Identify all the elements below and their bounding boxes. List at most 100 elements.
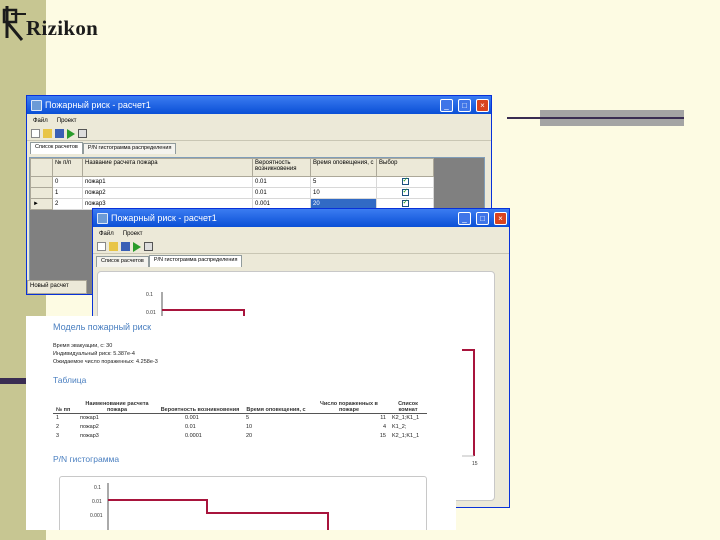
cell-name: пожар1 bbox=[80, 414, 99, 421]
run-icon[interactable] bbox=[67, 128, 75, 139]
report-title: Модель пожарный риск bbox=[53, 322, 152, 332]
menu-file[interactable]: Файл bbox=[99, 231, 114, 237]
select-checkbox[interactable] bbox=[401, 198, 409, 207]
new-icon[interactable] bbox=[97, 242, 106, 251]
rizikon-logo: Rizikon bbox=[2, 4, 106, 44]
save-icon[interactable] bbox=[121, 242, 130, 251]
app-icon bbox=[31, 99, 42, 111]
open-icon[interactable] bbox=[109, 242, 118, 251]
select-checkbox[interactable] bbox=[401, 176, 409, 185]
window-title: Пожарный риск - расчет1 bbox=[45, 100, 151, 110]
table-row[interactable]: 0 пожар1 0.01 5 bbox=[30, 176, 434, 188]
save-icon[interactable] bbox=[55, 129, 64, 138]
table-row: 1 пожар1 0.001 5 11 K2_1;K1_1 bbox=[53, 413, 427, 422]
table-row[interactable]: 1 пожар2 0.01 10 bbox=[30, 187, 434, 199]
cell-n[interactable]: 2 bbox=[52, 198, 83, 210]
app-icon bbox=[97, 212, 108, 224]
window-title: Пожарный риск - расчет1 bbox=[111, 213, 217, 223]
cell-n: 3 bbox=[56, 432, 60, 439]
table-header-row: № п/п Название расчета пожара Вероятност… bbox=[30, 158, 434, 177]
y-tick-label: 0.1 bbox=[146, 292, 153, 298]
cell-p[interactable]: 0.01 bbox=[252, 176, 311, 188]
run-icon[interactable] bbox=[133, 241, 141, 252]
tab-strip: Список расчетов P/N гистограмма распреде… bbox=[93, 254, 509, 267]
report-histogram-chart: 0.1 0.01 0.001 bbox=[90, 483, 329, 530]
logo-text: Rizikon bbox=[26, 16, 99, 40]
x-tick-label: 15 bbox=[472, 461, 478, 467]
col-header[interactable]: Название расчета пожара bbox=[82, 158, 253, 177]
maximize-button[interactable]: □ bbox=[476, 211, 489, 225]
col-header: Наименование расчета пожара bbox=[77, 395, 157, 414]
row-header-current[interactable]: ► bbox=[30, 198, 53, 210]
minimize-button[interactable]: _ bbox=[458, 211, 471, 225]
series-line bbox=[462, 349, 475, 456]
table-row: 3 пожар3 0.0001 20 15 K2_1;K1_1 bbox=[53, 431, 427, 440]
calc-table: № п/п Название расчета пожара Вероятност… bbox=[30, 158, 434, 210]
toolbar bbox=[93, 240, 509, 254]
report-line: Индивидуальный риск: 5.387e-4 bbox=[53, 351, 135, 357]
row-header-corner bbox=[30, 158, 53, 177]
report-hist-heading: P/N гистограмма bbox=[53, 454, 120, 464]
report-page: Модель пожарный риск Время эвакуации, с:… bbox=[26, 316, 456, 530]
cell-p: 0.001 bbox=[185, 414, 199, 421]
select-checkbox[interactable] bbox=[401, 187, 409, 196]
report-histogram: 0.1 0.01 0.001 bbox=[59, 476, 427, 530]
report-table-header: № пп Наименование расчета пожара Вероятн… bbox=[53, 395, 427, 414]
report-icon[interactable] bbox=[78, 129, 87, 138]
cell-t: 10 bbox=[246, 423, 253, 430]
menu-project[interactable]: Проект bbox=[123, 231, 143, 237]
cell-p: 0.0001 bbox=[185, 432, 202, 439]
col-header[interactable]: № п/п bbox=[52, 158, 83, 177]
window-titlebar[interactable]: Пожарный риск - расчет1 _ □ × bbox=[27, 96, 491, 114]
minimize-button[interactable]: _ bbox=[440, 98, 453, 112]
series-line bbox=[108, 499, 329, 530]
cell-name: пожар2 bbox=[80, 423, 99, 430]
menu-project[interactable]: Проект bbox=[57, 118, 77, 124]
cell-k: 4 bbox=[382, 423, 386, 430]
col-header: Время оповещения, с bbox=[243, 395, 309, 414]
tab-pn-histogram[interactable]: P/N гистограмма распределения bbox=[82, 143, 177, 154]
cell-n: 1 bbox=[56, 414, 60, 421]
col-header[interactable]: Время оповещения, с bbox=[310, 158, 377, 177]
cell-rooms: K2_1;K1_1 bbox=[392, 432, 420, 439]
col-header: № пп bbox=[53, 395, 77, 414]
cell-name[interactable]: пожар1 bbox=[82, 176, 253, 188]
cell-n[interactable]: 1 bbox=[52, 187, 83, 199]
decor-line bbox=[507, 117, 681, 119]
close-button[interactable]: × bbox=[494, 211, 507, 225]
tab-calc-list[interactable]: Список расчетов bbox=[96, 256, 149, 267]
row-header[interactable] bbox=[30, 187, 53, 199]
cell-k: 15 bbox=[379, 432, 386, 439]
cell-n[interactable]: 0 bbox=[52, 176, 83, 188]
cell-name[interactable]: пожар2 bbox=[82, 187, 253, 199]
cell-p: 0.01 bbox=[185, 423, 196, 430]
cell-n: 2 bbox=[56, 423, 60, 430]
tab-pn-histogram[interactable]: P/N гистограмма распределения bbox=[148, 255, 243, 267]
col-header[interactable]: Вероятность возникновения bbox=[252, 158, 311, 177]
cell-k: 11 bbox=[380, 414, 386, 421]
menu-file[interactable]: Файл bbox=[33, 118, 48, 124]
col-header[interactable]: Выбор bbox=[376, 158, 434, 177]
y-tick-label: 0.1 bbox=[94, 485, 101, 491]
report-table-heading: Таблица bbox=[53, 375, 87, 385]
window-titlebar[interactable]: Пожарный риск - расчет1 _ □ × bbox=[93, 209, 509, 227]
new-icon[interactable] bbox=[31, 129, 40, 138]
cell-p[interactable]: 0.01 bbox=[252, 187, 311, 199]
open-icon[interactable] bbox=[43, 129, 52, 138]
tab-calc-list[interactable]: Список расчетов bbox=[30, 142, 83, 154]
report-line: Ожидаемое число пораженных: 4.258e-3 bbox=[53, 359, 158, 365]
cell-name: пожар3 bbox=[80, 432, 99, 439]
cell-t: 5 bbox=[246, 414, 250, 421]
new-calc-button[interactable]: Новый расчет bbox=[27, 280, 87, 294]
close-button[interactable]: × bbox=[476, 98, 489, 112]
y-tick-label: 0.001 bbox=[90, 513, 103, 519]
row-header[interactable] bbox=[30, 176, 53, 188]
menubar: Файл Проект bbox=[93, 227, 509, 240]
y-tick-label: 0.01 bbox=[92, 499, 102, 505]
cell-t[interactable]: 10 bbox=[310, 187, 377, 199]
cell-t[interactable]: 5 bbox=[310, 176, 377, 188]
report-line: Время эвакуации, с: 30 bbox=[53, 343, 113, 349]
report-icon[interactable] bbox=[144, 242, 153, 251]
col-header: Список комнат bbox=[389, 395, 427, 414]
maximize-button[interactable]: □ bbox=[458, 98, 471, 112]
